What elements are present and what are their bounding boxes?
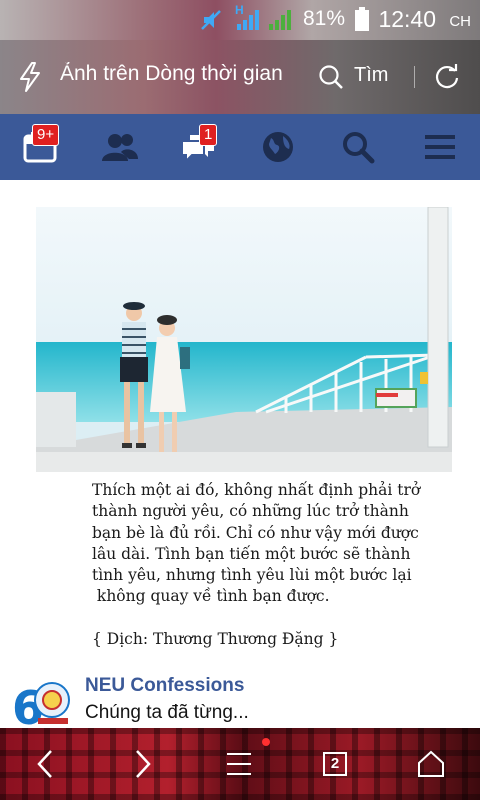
globe-icon: [263, 132, 293, 162]
menu-notification-dot: [262, 738, 270, 746]
nav-friends[interactable]: [85, 114, 155, 180]
reload-icon[interactable]: [433, 63, 461, 91]
nav-notifications[interactable]: 9+: [5, 114, 75, 180]
battery-icon: [355, 7, 369, 31]
quote-line: bạn bè là đủ rồi. Chỉ có như vậy mới đượ…: [92, 523, 419, 542]
lightning-icon[interactable]: [18, 62, 42, 92]
back-button[interactable]: [10, 728, 80, 800]
nav-menu[interactable]: [405, 114, 475, 180]
signal-icon-sim1: [237, 10, 259, 30]
browser-title-bar: Ảnh trên Dòng thời gian Tìm: [0, 40, 480, 114]
nav-messages[interactable]: 1: [163, 114, 233, 180]
search-icon[interactable]: [318, 64, 344, 90]
facebook-nav-bar: 9+ 1: [0, 114, 480, 180]
browser-bottom-bar: 2: [0, 728, 480, 800]
mute-icon: [201, 10, 221, 30]
find-label[interactable]: Tìm: [354, 64, 388, 87]
menu-icon: [227, 753, 251, 775]
post-photo[interactable]: [36, 207, 452, 472]
search-icon: [343, 132, 375, 164]
translator-credit: { Dịch: Thương Thương Đặng }: [92, 630, 339, 648]
tab-count: 2: [323, 752, 347, 776]
quote-line: lâu dài. Tình bạn tiến một bước sẽ thành: [92, 544, 411, 563]
nav-globe[interactable]: [243, 114, 313, 180]
home-button[interactable]: [396, 728, 466, 800]
post-snippet[interactable]: Chúng ta đã từng...: [85, 702, 249, 724]
beach-couple-photo: [36, 207, 452, 472]
forward-button[interactable]: [108, 728, 178, 800]
nav-search[interactable]: [323, 114, 393, 180]
post-quote: Thích một ai đó, không nhất định phải tr…: [92, 480, 442, 608]
quote-line: không quay về tình bạn được.: [92, 587, 330, 606]
page-name-link[interactable]: NEU Confessions: [85, 675, 244, 697]
friends-icon: [102, 134, 138, 161]
tabs-button[interactable]: 2: [300, 728, 370, 800]
page-title[interactable]: Ảnh trên Dòng thời gian: [60, 62, 296, 86]
status-time: 12:40: [378, 6, 436, 32]
notifications-badge: 9+: [32, 124, 60, 146]
toolbar-divider: [414, 66, 415, 88]
menu-icon: [425, 135, 455, 159]
status-bar: H 81% 12:40 CH: [0, 0, 480, 40]
news-feed: Thích một ai đó, không nhất định phải tr…: [0, 180, 480, 728]
home-icon: [418, 750, 444, 777]
messages-badge: 1: [199, 124, 218, 146]
page-avatar[interactable]: 6: [12, 674, 72, 728]
status-period: CH: [449, 13, 471, 30]
signal-icon-sim2: [269, 10, 291, 30]
quote-line: Thích một ai đó, không nhất định phải tr…: [92, 481, 421, 499]
chevron-left-icon: [37, 750, 52, 778]
quote-line: tình yêu, nhưng tình yêu lùi một bước lạ…: [92, 566, 412, 585]
neu-60-logo: 6: [12, 674, 72, 728]
battery-percent: 81%: [303, 7, 346, 30]
quote-line: thành người yêu, có những lúc trở thành: [92, 502, 409, 521]
menu-button[interactable]: [204, 728, 274, 800]
chevron-right-icon: [136, 750, 151, 778]
